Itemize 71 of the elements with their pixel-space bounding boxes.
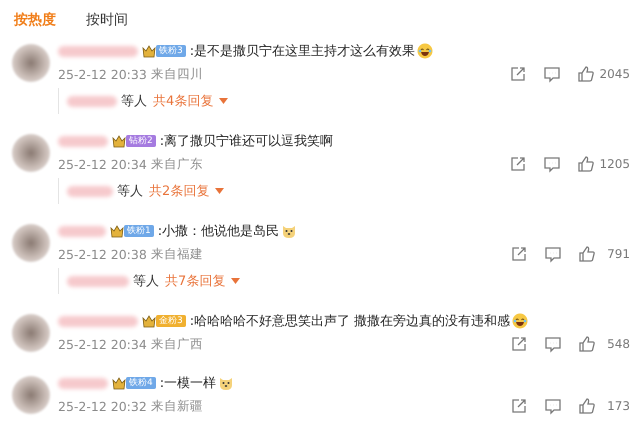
fan-level-badge: 铁粉3 — [156, 45, 186, 57]
thumbs-up-icon[interactable] — [577, 155, 596, 173]
comment-text: :是不是撒贝宁在这里主持才这么有效果 — [190, 43, 416, 60]
fan-level-badge: 金粉3 — [156, 315, 186, 327]
crown-icon — [110, 224, 124, 238]
blurred-username — [58, 136, 108, 146]
reply-authors-suffix: 等人 — [117, 183, 143, 200]
laughing-emoji-icon — [417, 43, 434, 59]
comment-time: 25-2-12 20:38 — [58, 246, 147, 262]
comment-location: 来自新疆 — [150, 398, 203, 414]
crown-icon — [112, 376, 126, 390]
blurred-username — [67, 96, 117, 106]
share-icon[interactable] — [510, 245, 528, 263]
comment-location: 来自福建 — [150, 246, 203, 262]
comment-icon[interactable] — [543, 65, 562, 83]
comment-location: 来自四川 — [150, 66, 203, 82]
comment-icon[interactable] — [544, 245, 562, 263]
comment-icon[interactable] — [544, 335, 562, 353]
comment-time: 25-2-12 20:32 — [58, 398, 147, 414]
crown-icon — [142, 44, 156, 58]
comment-text: :一模一样 — [160, 375, 216, 392]
share-icon[interactable] — [510, 397, 528, 415]
fan-level-badge: 钻粉2 — [126, 135, 156, 147]
crown-icon — [142, 314, 156, 328]
reply-authors-suffix: 等人 — [121, 93, 147, 110]
comment-location: 来自广东 — [150, 156, 203, 172]
like-count: 2045 — [599, 67, 630, 81]
share-icon[interactable] — [509, 65, 528, 83]
caret-icon — [215, 188, 224, 194]
like-count: 173 — [606, 399, 630, 413]
blurred-username — [58, 378, 108, 388]
comment-location: 来自广西 — [150, 336, 203, 352]
share-icon[interactable] — [509, 155, 528, 173]
thumbs-up-icon[interactable] — [577, 65, 596, 83]
laughing-emoji-icon — [512, 313, 528, 329]
blurred-username — [58, 226, 106, 236]
view-replies-link[interactable]: 共2条回复 — [149, 182, 224, 200]
view-replies-link[interactable]: 共4条回复 — [153, 92, 228, 110]
view-replies-link[interactable]: 共7条回复 — [165, 272, 240, 290]
caret-icon — [231, 278, 240, 284]
fan-level-badge: 铁粉1 — [124, 225, 154, 237]
blurred-avatar[interactable] — [12, 44, 50, 82]
blurred-avatar[interactable] — [12, 314, 50, 352]
blurred-username — [67, 276, 129, 286]
dog-face-emoji-icon — [281, 223, 298, 239]
fan-level-badge: 铁粉4 — [126, 377, 156, 389]
blurred-avatar[interactable] — [12, 224, 50, 262]
sort-tab[interactable]: 按时间 — [86, 11, 128, 29]
comment-time: 25-2-12 20:34 — [58, 336, 147, 352]
comment-icon[interactable] — [544, 397, 562, 415]
comment-text: :小撒：他说他是岛民 — [158, 223, 280, 240]
reply-authors-suffix: 等人 — [133, 273, 159, 290]
like-count: 791 — [606, 247, 630, 261]
dog-face-emoji-icon — [218, 375, 234, 391]
comment-time: 25-2-12 20:33 — [58, 66, 147, 82]
like-count: 548 — [606, 337, 630, 351]
comment-time: 25-2-12 20:34 — [58, 156, 147, 172]
comment-icon[interactable] — [543, 155, 562, 173]
crown-icon — [112, 134, 126, 148]
thumbs-up-icon[interactable] — [578, 335, 596, 353]
caret-icon — [219, 98, 228, 104]
comment-text: :离了撒贝宁谁还可以逗我笑啊 — [160, 133, 334, 150]
like-count: 1205 — [599, 157, 630, 171]
comment-text: :哈哈哈哈不好意思笑出声了 撒撒在旁边真的没有违和感 — [190, 313, 510, 330]
blurred-avatar[interactable] — [12, 376, 50, 414]
thumbs-up-icon[interactable] — [578, 245, 596, 263]
blurred-username — [67, 186, 113, 196]
share-icon[interactable] — [510, 335, 528, 353]
sort-tab[interactable]: 按热度 — [14, 11, 56, 29]
thumbs-up-icon[interactable] — [578, 397, 596, 415]
blurred-avatar[interactable] — [12, 134, 50, 172]
